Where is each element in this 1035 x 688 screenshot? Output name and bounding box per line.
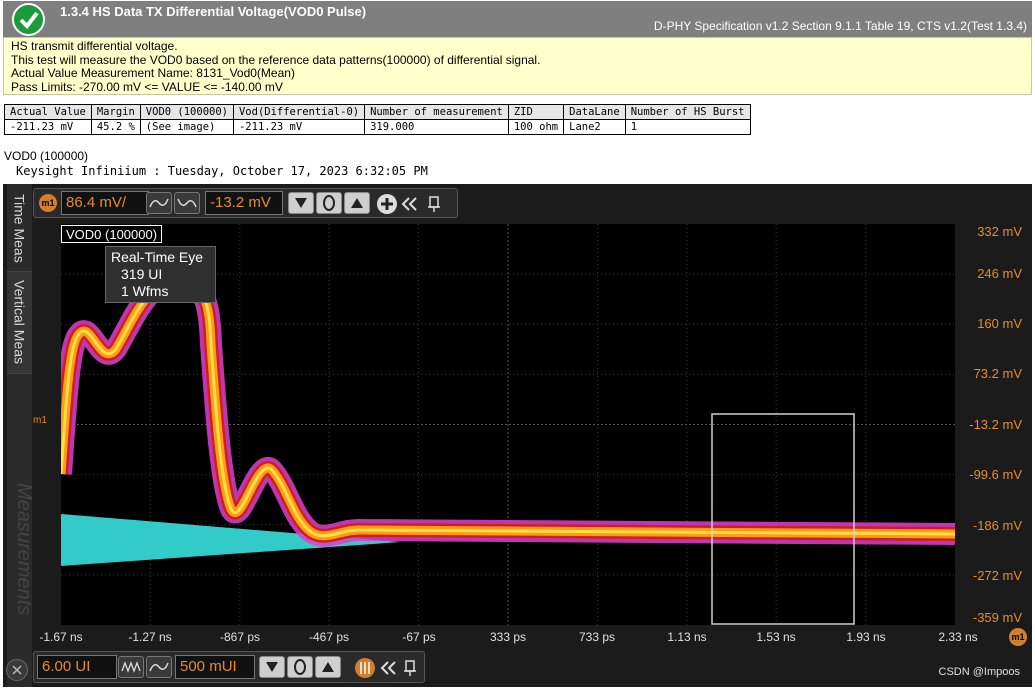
tab-time-meas[interactable]: Time Meas xyxy=(7,186,32,272)
test-description: HS transmit differential voltage. This t… xyxy=(3,37,1032,95)
spec-reference: D-PHY Specification v1.2 Section 9.1.1 T… xyxy=(653,19,1027,33)
measurements-panel-label[interactable]: Measurements xyxy=(11,464,36,634)
x-axis-label: 733 ps xyxy=(578,630,616,644)
table-header-row: Actual Value Margin VOD0 (100000) Vod(Di… xyxy=(4,104,751,120)
arrow-down-icon[interactable] xyxy=(288,192,314,214)
x-axis-label: -1.27 ns xyxy=(128,630,172,644)
description-line: Actual Value Measurement Name: 8131_Vod0… xyxy=(11,66,295,80)
y-axis-label: -186 mV xyxy=(972,518,1022,533)
measurement-window xyxy=(711,413,855,625)
y-axis-label: -99.6 mV xyxy=(969,467,1022,482)
horizontal-scale-field[interactable]: 6.00 UI xyxy=(37,655,117,679)
y-axis-label: 73.2 mV xyxy=(973,366,1022,381)
x-axis-label: -67 ps xyxy=(402,630,436,644)
table-cell: Lane2 xyxy=(563,119,626,135)
oscilloscope-screen: Time Meas Vertical Meas Measurements m1 … xyxy=(3,184,1032,687)
zero-icon[interactable] xyxy=(287,656,313,678)
arrow-up-icon[interactable] xyxy=(315,656,341,678)
table-cell: 319.000 xyxy=(364,119,509,135)
side-tab-bar: Time Meas Vertical Meas Measurements xyxy=(7,184,35,687)
y-axis-label: -13.2 mV xyxy=(969,417,1022,432)
x-axis-label: 1.13 ns xyxy=(667,630,707,644)
scope-caption: Keysight Infiniium : Tuesday, October 17… xyxy=(16,164,428,178)
x-axis-label: -1.67 ns xyxy=(39,630,83,644)
x-axis-label: 333 ps xyxy=(489,630,527,644)
y-axis-label: 246 mV xyxy=(977,266,1022,281)
vertical-scale-field[interactable]: 86.4 mV/ xyxy=(61,191,149,215)
table-header-cell: Number of measurement xyxy=(364,104,509,120)
eye-popup-ui: 319 UI xyxy=(121,266,163,282)
marker-m1-time[interactable]: m1 xyxy=(1009,628,1027,646)
table-cell: (See image) xyxy=(139,119,234,135)
table-row: -211.23 mV 45.2 % (See image) -211.23 mV… xyxy=(4,119,751,135)
results-table: Actual Value Margin VOD0 (100000) Vod(Di… xyxy=(4,104,751,135)
eye-popup-wfms: 1 Wfms xyxy=(121,283,169,299)
test-title: 1.3.4 HS Data TX Differential Voltage(VO… xyxy=(60,4,367,19)
x-axis-label: 1.93 ns xyxy=(846,630,886,644)
scroll-circle-icon[interactable] xyxy=(6,659,28,681)
double-chevron-left-icon[interactable] xyxy=(379,658,397,678)
trace-label: VOD0 (100000) xyxy=(61,225,163,243)
marker-m1-badge[interactable]: m1 xyxy=(39,194,57,212)
table-header-cell: Number of HS Burst xyxy=(624,104,751,120)
add-icon[interactable] xyxy=(376,193,398,215)
description-line: HS transmit differential voltage. xyxy=(11,39,178,53)
watermark: CSDN @Impoos xyxy=(938,666,1020,678)
table-header-cell: Margin xyxy=(90,104,141,120)
zero-icon[interactable] xyxy=(316,192,342,214)
description-line: This test will measure the VOD0 based on… xyxy=(11,52,541,67)
pass-check-icon xyxy=(12,3,45,36)
wave-icon[interactable] xyxy=(146,192,172,214)
eye-info-popup: Real-Time Eye 319 UI 1 Wfms xyxy=(105,246,216,303)
table-cell: -211.23 mV xyxy=(4,119,92,135)
table-cell: 100 ohm xyxy=(507,119,565,135)
table-cell: 45.2 % xyxy=(90,119,141,135)
wave-alt-icon[interactable] xyxy=(146,656,172,678)
table-header-cell: DataLane xyxy=(563,104,626,120)
x-axis-label: -867 ps xyxy=(219,630,261,644)
y-axis-label: 332 mV xyxy=(977,224,1022,239)
double-chevron-left-icon[interactable] xyxy=(400,194,418,214)
horizontal-toolbar: 6.00 UI 500 mUI xyxy=(33,651,425,683)
x-axis-label: -467 ps xyxy=(308,630,350,644)
tab-vertical-meas[interactable]: Vertical Meas xyxy=(7,272,32,374)
eye-popup-title: Real-Time Eye xyxy=(111,249,204,265)
arrow-down-icon[interactable] xyxy=(259,656,285,678)
image-label: VOD0 (100000) xyxy=(4,149,89,163)
vertical-toolbar: m1 86.4 mV/ -13.2 mV xyxy=(33,188,458,218)
x-axis-label: 1.53 ns xyxy=(756,630,796,644)
x-axis-label: 2.33 ns xyxy=(938,630,978,644)
report-header: 1.3.4 HS Data TX Differential Voltage(VO… xyxy=(3,1,1032,37)
arrow-up-icon[interactable] xyxy=(344,192,370,214)
description-line: Pass Limits: -270.00 mV <= VALUE <= -140… xyxy=(11,79,283,94)
table-header-cell: Vod(Differential-0) xyxy=(232,104,366,120)
y-axis-label: 160 mV xyxy=(977,316,1022,331)
vertical-offset-field[interactable]: -13.2 mV xyxy=(205,191,283,215)
table-cell: -211.23 mV xyxy=(232,119,366,135)
table-header-cell: Actual Value xyxy=(4,104,92,120)
table-header-cell: ZID xyxy=(507,104,565,120)
pin-icon[interactable] xyxy=(426,194,442,214)
table-header-cell: VOD0 (100000) xyxy=(139,104,234,120)
wave-alt-icon[interactable] xyxy=(174,192,200,214)
y-axis-label: -272 mV xyxy=(972,568,1022,583)
y-axis-label: -359 mV xyxy=(972,610,1022,625)
marker-m1-level[interactable]: m1 xyxy=(33,415,47,426)
table-cell: 1 xyxy=(624,119,751,135)
horizontal-position-field[interactable]: 500 mUI xyxy=(175,655,255,679)
wave-icon[interactable] xyxy=(118,656,144,678)
zoom-circle-icon[interactable] xyxy=(354,657,376,679)
pin-icon[interactable] xyxy=(402,658,418,678)
